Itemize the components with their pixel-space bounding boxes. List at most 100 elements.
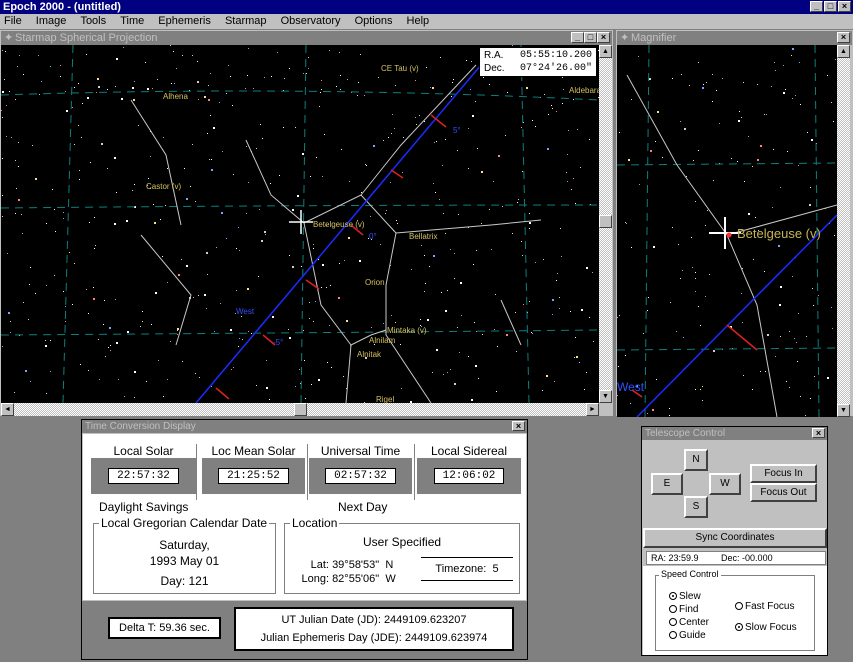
star xyxy=(99,379,100,380)
star xyxy=(2,195,3,196)
speed-find[interactable]: Find xyxy=(669,603,709,616)
star xyxy=(242,339,243,340)
star xyxy=(575,203,576,204)
ra-value: 05:55:10.200 xyxy=(519,50,592,61)
magnifier-scroll-down-icon[interactable]: ▼ xyxy=(837,404,850,417)
starmap-close-button[interactable]: × xyxy=(597,32,610,43)
starmap-horizontal-scrollbar[interactable]: ◄ ► xyxy=(1,403,599,416)
menu-tools[interactable]: Tools xyxy=(80,15,106,27)
star xyxy=(573,99,574,100)
star xyxy=(322,264,324,266)
label-ce-tau: CE Tau (v) xyxy=(381,64,419,73)
star xyxy=(655,141,656,142)
starmap-vertical-scrollbar[interactable]: ▲ ▼ xyxy=(599,45,612,403)
star xyxy=(529,301,530,302)
menu-image[interactable]: Image xyxy=(36,15,67,27)
speed-slew[interactable]: Slew xyxy=(669,590,709,603)
star xyxy=(631,99,632,100)
fast-focus[interactable]: Fast Focus xyxy=(735,596,797,617)
star xyxy=(707,210,708,211)
star xyxy=(447,290,448,291)
ecliptic-mark-2: 0° xyxy=(369,232,377,241)
sync-coordinates-button[interactable]: Sync Coordinates xyxy=(643,528,827,548)
star xyxy=(809,204,811,206)
magnifier-vertical-scrollbar[interactable]: ▲ ▼ xyxy=(837,45,850,417)
starmap-minimize-button[interactable]: _ xyxy=(571,32,584,43)
star xyxy=(631,247,632,248)
star xyxy=(18,142,19,143)
speed-center[interactable]: Center xyxy=(669,616,709,629)
local-solar-label: Local Solar xyxy=(113,444,174,458)
scroll-thumb[interactable] xyxy=(599,215,612,228)
scroll-left-icon[interactable]: ◄ xyxy=(1,403,14,416)
star xyxy=(226,238,227,239)
star xyxy=(755,217,756,218)
slew-speed-list: Slew Find Center Guide xyxy=(669,590,709,642)
star xyxy=(358,82,359,83)
south-button[interactable]: S xyxy=(684,496,708,518)
star xyxy=(313,321,314,322)
telescope-ra: RA: 23:59.9 xyxy=(651,553,699,563)
starmap-maximize-button[interactable]: □ xyxy=(584,32,597,43)
speed-guide[interactable]: Guide xyxy=(669,629,709,642)
menu-observatory[interactable]: Observatory xyxy=(281,15,341,27)
app-titlebar: Epoch 2000 - (untitled) _ □ × xyxy=(0,0,853,14)
star xyxy=(552,314,553,315)
star xyxy=(78,125,79,126)
star xyxy=(134,397,135,398)
maximize-button[interactable]: □ xyxy=(824,1,837,12)
magnifier-canvas[interactable]: Betelgeuse (v) West xyxy=(617,45,837,417)
star xyxy=(395,322,396,323)
east-button[interactable]: E xyxy=(651,473,683,495)
star xyxy=(493,181,494,182)
menu-ephemeris[interactable]: Ephemeris xyxy=(158,15,211,27)
ra-label: R.A. xyxy=(484,50,504,61)
west-button[interactable]: W xyxy=(709,473,741,495)
star xyxy=(277,52,278,53)
minimize-button[interactable]: _ xyxy=(810,1,823,12)
scroll-up-icon[interactable]: ▲ xyxy=(599,45,612,58)
menu-time[interactable]: Time xyxy=(120,15,144,27)
star xyxy=(791,55,792,56)
menu-options[interactable]: Options xyxy=(355,15,393,27)
star xyxy=(2,346,3,347)
star xyxy=(295,386,296,387)
star xyxy=(167,168,168,169)
radio-on-icon xyxy=(669,592,677,601)
ecliptic-line xyxy=(195,64,482,403)
local-solar-value: 22:57:32 xyxy=(108,468,179,484)
star xyxy=(9,91,10,92)
star xyxy=(55,231,56,232)
star xyxy=(301,266,302,267)
starmap-icon: ✦ xyxy=(4,32,14,44)
star xyxy=(457,150,458,151)
starmap-canvas[interactable]: CE Tau (v) Aldebaran Alhena Castor (v) B… xyxy=(1,45,599,403)
star xyxy=(475,101,476,102)
star xyxy=(705,296,706,297)
hscroll-thumb[interactable] xyxy=(294,403,307,416)
star xyxy=(308,68,309,69)
menu-starmap[interactable]: Starmap xyxy=(225,15,267,27)
star xyxy=(706,82,707,83)
focus-out-button[interactable]: Focus Out xyxy=(750,483,817,502)
menu-file[interactable]: File xyxy=(4,15,22,27)
telescope-close-button[interactable]: × xyxy=(812,428,825,438)
time-conversion-close-button[interactable]: × xyxy=(512,421,525,431)
menu-help[interactable]: Help xyxy=(407,15,430,27)
slow-focus[interactable]: Slow Focus xyxy=(735,617,797,638)
star xyxy=(138,125,139,126)
starmap-window: ✦ Starmap Spherical Projection _ □ × CE … xyxy=(0,30,613,416)
star xyxy=(397,223,398,224)
north-button[interactable]: N xyxy=(684,449,708,471)
focus-in-button[interactable]: Focus In xyxy=(750,464,817,483)
star xyxy=(95,245,96,246)
star xyxy=(181,259,182,260)
magnifier-close-button[interactable]: × xyxy=(837,32,850,43)
close-button[interactable]: × xyxy=(838,1,851,12)
magnifier-scroll-up-icon[interactable]: ▲ xyxy=(837,45,850,58)
star xyxy=(98,86,100,88)
star xyxy=(321,287,322,288)
scroll-right-icon[interactable]: ► xyxy=(586,403,599,416)
magnifier-titlebar: ✦ Magnifier × xyxy=(617,31,852,45)
scroll-down-icon[interactable]: ▼ xyxy=(599,390,612,403)
